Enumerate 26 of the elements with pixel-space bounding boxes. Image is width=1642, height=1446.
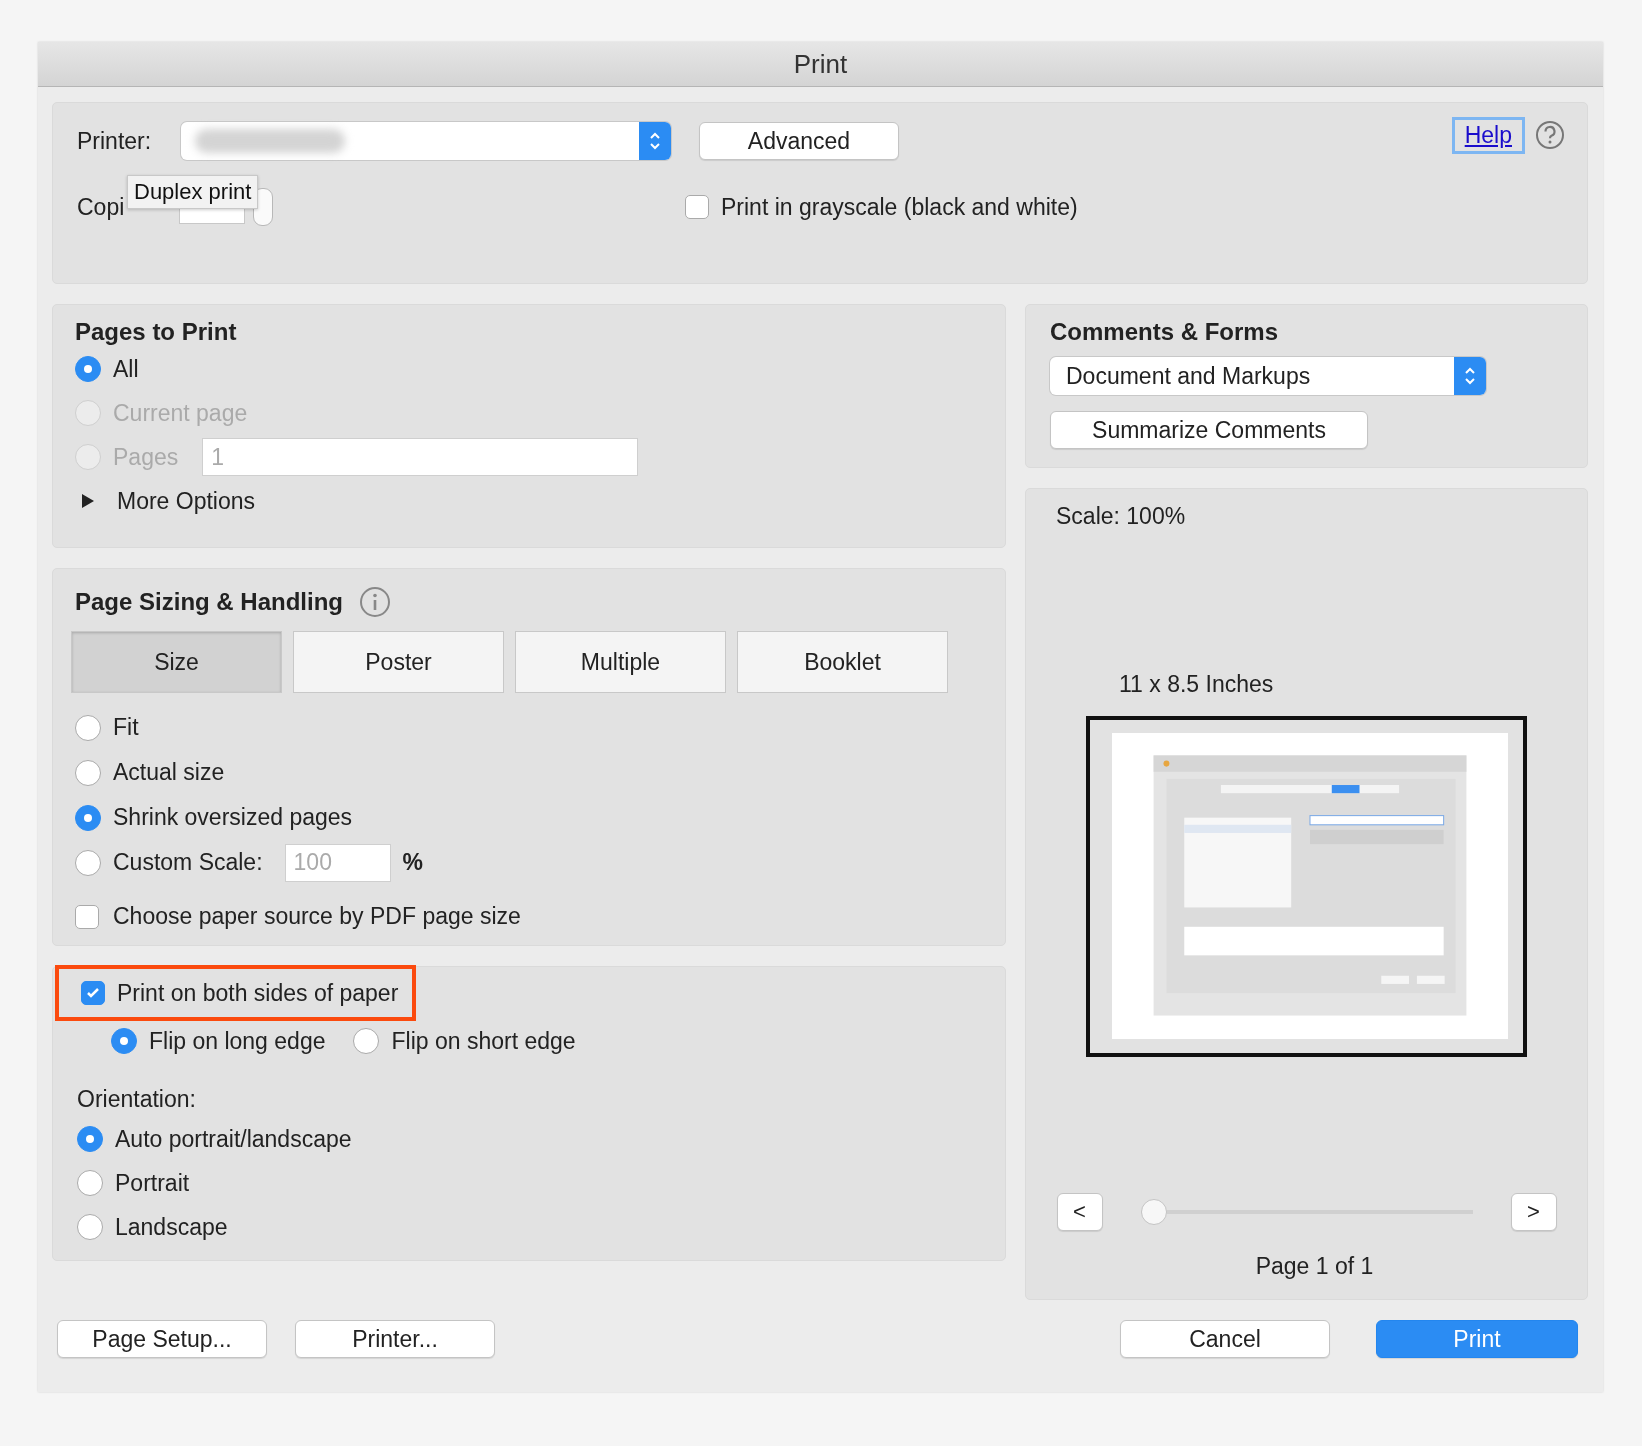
option-label: Pages (113, 443, 179, 471)
grayscale-label: Print in grayscale (black and white) (721, 193, 1078, 221)
percent-label: % (402, 849, 423, 876)
paper-size-label: 11 x 8.5 Inches (1119, 671, 1274, 698)
option-label: Auto portrait/landscape (115, 1125, 352, 1153)
option-label: All (113, 355, 139, 383)
option-label: Portrait (115, 1169, 190, 1197)
option-label: Flip on short edge (391, 1027, 576, 1055)
option-label: Flip on long edge (149, 1027, 326, 1055)
duplex-label: Print on both sides of paper (117, 979, 399, 1007)
scale-label: Scale: 100% (1056, 503, 1186, 531)
window-title: Print (793, 48, 848, 80)
option-label: Landscape (115, 1213, 228, 1241)
option-label: Current page (113, 399, 248, 427)
paper-source-label: Choose paper source by PDF page size (113, 903, 521, 930)
section-title: Pages to Print (75, 317, 238, 347)
orientation-label: Orientation: (76, 1084, 197, 1114)
option-label: Custom Scale: (113, 849, 263, 876)
section-title: Page Sizing & Handling (75, 587, 344, 617)
option-label: Actual size (113, 759, 225, 786)
section-title: Comments & Forms (1050, 317, 1280, 347)
page-count-label: Page 1 of 1 (1255, 1253, 1374, 1280)
tooltip: Duplex print (127, 175, 259, 209)
option-label: Shrink oversized pages (113, 804, 353, 831)
option-label: Fit (113, 714, 139, 741)
printer-label: Printer: (77, 127, 153, 155)
